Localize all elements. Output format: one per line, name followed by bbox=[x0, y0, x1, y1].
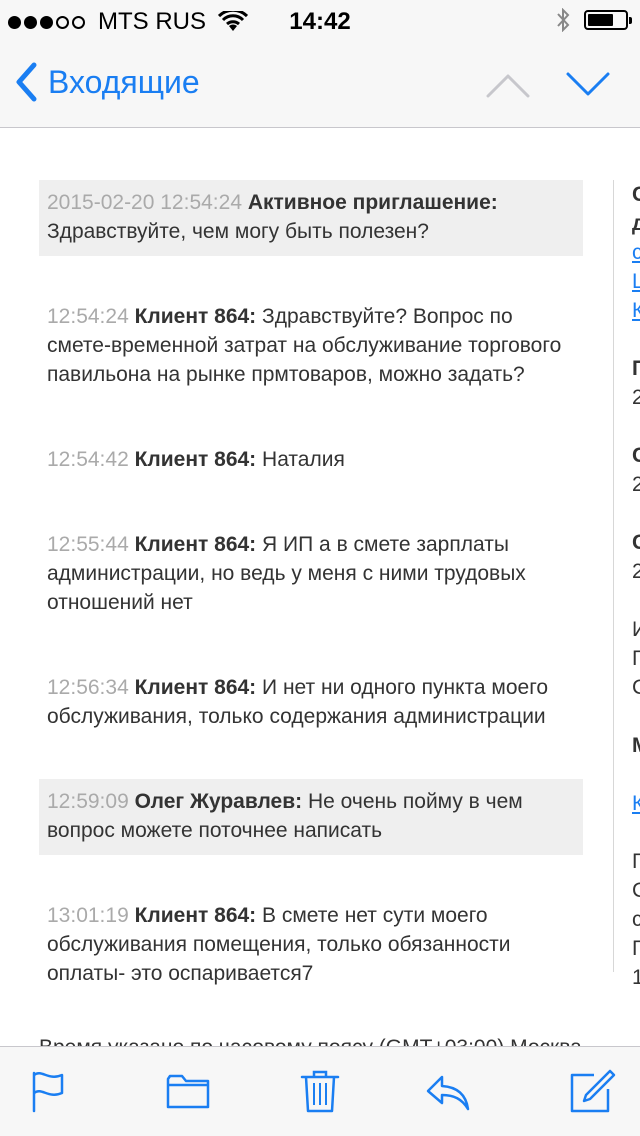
message-timestamp: 12:59:09 bbox=[47, 790, 129, 813]
clipped-detail-text: С bbox=[632, 879, 640, 902]
message-timestamp: 12:54:24 bbox=[47, 305, 129, 328]
clipped-detail-text: Г bbox=[632, 647, 640, 670]
battery-tip bbox=[629, 17, 632, 24]
message-text: Здравствуйте, чем могу быть полезен? bbox=[47, 220, 429, 243]
clipped-detail-text: И bbox=[632, 618, 640, 641]
clipped-detail-text: С bbox=[632, 183, 640, 206]
chat-transcript: 2015-02-20 12:54:24 Активное приглашение… bbox=[39, 180, 583, 1036]
status-right bbox=[556, 8, 632, 32]
chat-message: 12:59:09 Олег Журавлев: Не очень пойму в… bbox=[39, 779, 583, 855]
clipped-detail-text[interactable]: L bbox=[632, 267, 640, 296]
bluetooth-icon bbox=[557, 8, 570, 32]
chevron-up-icon[interactable] bbox=[484, 66, 532, 102]
chat-message: 12:54:24 Клиент 864: Здравствуйте? Вопро… bbox=[39, 294, 583, 399]
message-author: Клиент 864: bbox=[134, 533, 257, 556]
clipped-detail-text[interactable]: К bbox=[632, 789, 640, 818]
chevron-down-icon[interactable] bbox=[564, 66, 612, 102]
clipped-detail-text: С bbox=[632, 531, 640, 554]
clipped-detail-text: С bbox=[632, 444, 640, 467]
flag-icon[interactable] bbox=[24, 1067, 72, 1115]
message-author: Клиент 864: bbox=[134, 676, 257, 699]
clipped-detail-text: с bbox=[632, 908, 640, 931]
message-timestamp: 12:56:34 bbox=[47, 676, 129, 699]
message-timestamp: 2015-02-20 12:54:24 bbox=[47, 191, 242, 214]
clipped-detail-text: д bbox=[632, 212, 640, 235]
bottom-toolbar bbox=[0, 1046, 640, 1136]
clipped-detail-text: 1 bbox=[632, 966, 640, 989]
clipped-detail-text[interactable]: c bbox=[632, 238, 640, 267]
message-author: Клиент 864: bbox=[134, 904, 257, 927]
message-timestamp: 12:55:44 bbox=[47, 533, 129, 556]
clipped-detail-text: М bbox=[632, 731, 640, 760]
message-navigation bbox=[452, 66, 612, 102]
column-divider bbox=[613, 180, 614, 972]
chat-message: 12:56:34 Клиент 864: И нет ни одного пун… bbox=[39, 665, 583, 741]
battery-icon bbox=[584, 10, 632, 30]
message-text: Наталия bbox=[262, 448, 345, 471]
status-bar: MTS RUS 14:42 bbox=[0, 0, 640, 40]
clock: 14:42 bbox=[289, 8, 351, 35]
timezone-note: Время указано по часовому поясу (GMT+03:… bbox=[39, 1036, 582, 1046]
clipped-detail-text: Г bbox=[632, 937, 640, 960]
clipped-detail-text: С bbox=[632, 676, 640, 699]
clipped-detail-text: 2 bbox=[632, 560, 640, 583]
clipped-detail-text[interactable]: К bbox=[632, 296, 640, 325]
chat-message: 2015-02-20 12:54:24 Активное приглашение… bbox=[39, 180, 583, 256]
message-author: Клиент 864: bbox=[134, 448, 257, 471]
message-author: Клиент 864: bbox=[134, 305, 257, 328]
back-button[interactable]: Входящие bbox=[14, 62, 200, 102]
clipped-detail-text: Г bbox=[632, 850, 640, 873]
back-label: Входящие bbox=[48, 63, 200, 100]
clipped-detail-text: 2 bbox=[632, 473, 640, 496]
message-timestamp: 12:54:42 bbox=[47, 448, 129, 471]
chat-message: 12:54:42 Клиент 864: Наталия bbox=[39, 437, 583, 484]
chat-message: 13:01:19 Клиент 864: В смете нет сути мо… bbox=[39, 893, 583, 998]
clipped-detail-text: П bbox=[632, 357, 640, 380]
message-body[interactable]: 2015-02-20 12:54:24 Активное приглашение… bbox=[0, 128, 640, 1046]
message-author: Олег Журавлев: bbox=[134, 790, 303, 813]
chevron-left-icon bbox=[16, 62, 37, 102]
chat-message: 12:55:44 Клиент 864: Я ИП а в смете зарп… bbox=[39, 522, 583, 627]
message-author: Активное приглашение: bbox=[247, 191, 498, 214]
reply-icon[interactable] bbox=[424, 1067, 472, 1115]
compose-icon[interactable] bbox=[568, 1067, 616, 1115]
battery-level bbox=[588, 14, 613, 26]
trash-icon[interactable] bbox=[296, 1067, 344, 1115]
navigation-bar: Входящие bbox=[0, 40, 640, 128]
folder-icon[interactable] bbox=[164, 1067, 212, 1115]
clipped-detail-text: 2 bbox=[632, 386, 640, 409]
message-timestamp: 13:01:19 bbox=[47, 904, 129, 927]
